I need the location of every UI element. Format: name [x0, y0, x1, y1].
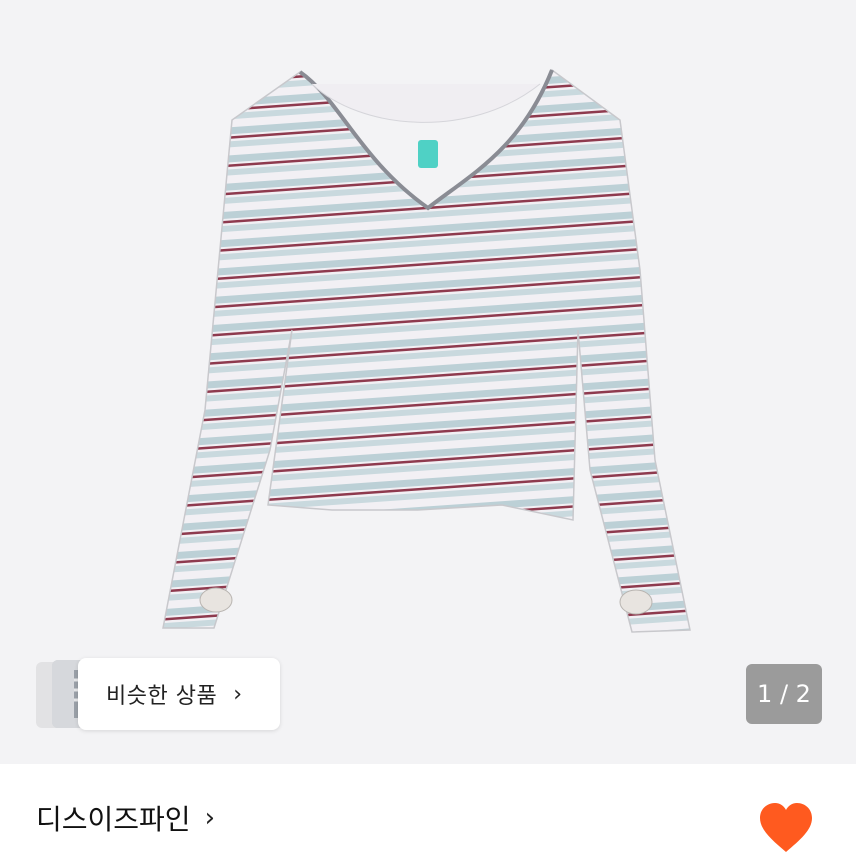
- heart-icon[interactable]: [758, 802, 814, 854]
- product-info-section: 디스이즈파인 ›: [0, 764, 856, 856]
- product-image[interactable]: [0, 0, 856, 764]
- product-detail-page: 비슷한 상품 › 1 / 2 디스이즈파인 ›: [0, 0, 856, 856]
- shop-link[interactable]: 디스이즈파인 ›: [36, 798, 215, 838]
- shop-name: 디스이즈파인: [36, 803, 191, 836]
- striped-top-illustration: [162, 68, 691, 633]
- chevron-right-icon: ›: [233, 681, 243, 707]
- chevron-right-icon: ›: [204, 803, 215, 833]
- similar-products-chip[interactable]: 비슷한 상품 ›: [36, 658, 280, 730]
- similar-products-button[interactable]: 비슷한 상품 ›: [78, 658, 280, 730]
- image-pager-indicator: 1 / 2: [746, 664, 822, 724]
- similar-products-label: 비슷한 상품: [106, 684, 218, 709]
